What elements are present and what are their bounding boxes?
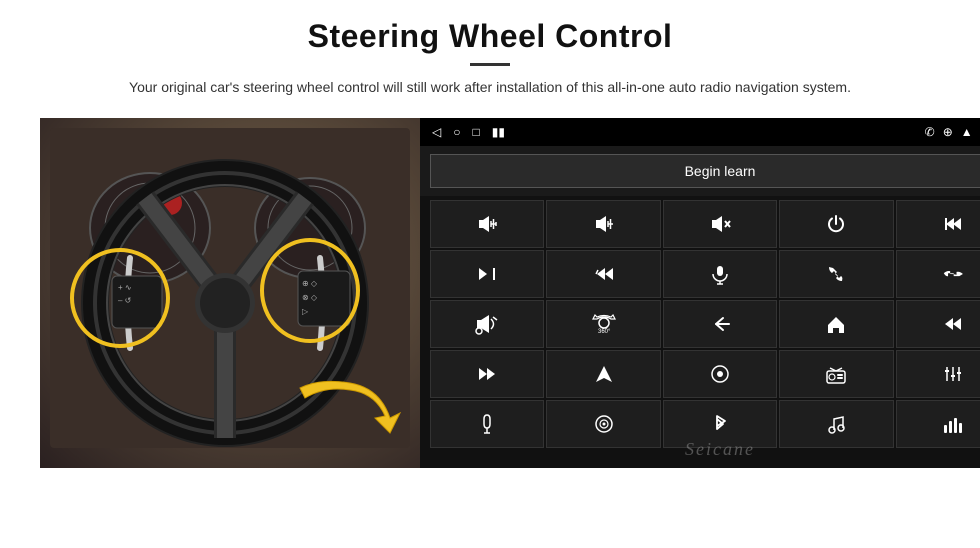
- call-button[interactable]: [779, 250, 893, 298]
- car-image-area: + ∿ – ↺ ⊕ ◇ ⊗ ◇ ▷: [40, 118, 420, 468]
- mic-button[interactable]: [663, 250, 777, 298]
- next-track-icon: [476, 263, 498, 285]
- vol-up-icon: [476, 213, 498, 235]
- highlight-circle-right: [260, 238, 360, 343]
- music-icon: [825, 413, 847, 435]
- menu-button[interactable]: [546, 400, 660, 448]
- signal-icon: ▮▮: [492, 125, 505, 140]
- music-button[interactable]: [779, 400, 893, 448]
- eq-icon: [942, 363, 964, 385]
- mute-icon: [709, 213, 731, 235]
- prev-track-icon: [942, 213, 964, 235]
- controls-grid: 360°: [420, 196, 980, 452]
- content-area: + ∿ – ↺ ⊕ ◇ ⊗ ◇ ▷: [40, 118, 940, 468]
- fast-fwd-button[interactable]: [430, 350, 544, 398]
- location-status-icon: ⊕: [943, 125, 953, 140]
- home-button[interactable]: [779, 300, 893, 348]
- vol-up-button[interactable]: [430, 200, 544, 248]
- call-icon: [825, 263, 847, 285]
- mic-icon: [709, 263, 731, 285]
- prev-track-button[interactable]: [896, 200, 980, 248]
- navigate-button[interactable]: [546, 350, 660, 398]
- end-call-icon: [942, 263, 964, 285]
- status-bar-right: ✆ ⊕ ▲ 15:52: [925, 125, 980, 140]
- yellow-arrow: [290, 368, 410, 448]
- horn-button[interactable]: [430, 300, 544, 348]
- home-icon: [825, 313, 847, 335]
- radio-button[interactable]: [779, 350, 893, 398]
- vol-down-icon: [593, 213, 615, 235]
- back-nav-icon[interactable]: ◁: [432, 125, 441, 140]
- wifi-status-icon: ▲: [961, 125, 973, 140]
- rewind-button[interactable]: [896, 300, 980, 348]
- page-title: Steering Wheel Control: [129, 18, 851, 55]
- car-background: + ∿ – ↺ ⊕ ◇ ⊗ ◇ ▷: [40, 118, 420, 468]
- status-bar: ◁ ○ □ ▮▮ ✆ ⊕ ▲ 15:52: [420, 118, 980, 146]
- navigate-icon: [593, 363, 615, 385]
- camera-360-icon: 360°: [591, 313, 617, 335]
- recents-nav-icon[interactable]: □: [472, 125, 479, 140]
- end-call-button[interactable]: [896, 250, 980, 298]
- next-track-button[interactable]: [430, 250, 544, 298]
- android-screen: ◁ ○ □ ▮▮ ✆ ⊕ ▲ 15:52 Begin learn: [420, 118, 980, 468]
- svg-text:360°: 360°: [598, 329, 611, 335]
- mic2-icon: [476, 413, 498, 435]
- equalizer-button[interactable]: [896, 400, 980, 448]
- source-icon: [709, 363, 731, 385]
- eq-button[interactable]: [896, 350, 980, 398]
- begin-learn-row: Begin learn: [420, 146, 980, 196]
- home-nav-icon[interactable]: ○: [453, 125, 460, 140]
- seicane-watermark: Seicane: [685, 439, 755, 460]
- back-nav-icon: [709, 313, 731, 335]
- mic2-button[interactable]: [430, 400, 544, 448]
- source-button[interactable]: [663, 350, 777, 398]
- menu-icon: [593, 413, 615, 435]
- begin-learn-button[interactable]: Begin learn: [430, 154, 980, 188]
- title-section: Steering Wheel Control Your original car…: [129, 18, 851, 98]
- phone-status-icon: ✆: [925, 125, 935, 140]
- vol-down-button[interactable]: [546, 200, 660, 248]
- title-divider: [470, 63, 510, 66]
- page-container: Steering Wheel Control Your original car…: [0, 0, 980, 548]
- equalizer-icon: [942, 413, 964, 435]
- fast-back-icon: [593, 263, 615, 285]
- subtitle-text: Your original car's steering wheel contr…: [129, 76, 851, 98]
- bluetooth-icon: [709, 413, 731, 435]
- power-icon: [825, 213, 847, 235]
- back-nav-button[interactable]: [663, 300, 777, 348]
- mute-button[interactable]: [663, 200, 777, 248]
- fast-fwd-icon: [476, 363, 498, 385]
- power-button[interactable]: [779, 200, 893, 248]
- fast-back-button[interactable]: [546, 250, 660, 298]
- status-bar-left: ◁ ○ □ ▮▮: [432, 125, 505, 140]
- radio-icon: [825, 363, 847, 385]
- camera-360-button[interactable]: 360°: [546, 300, 660, 348]
- horn-icon: [475, 313, 499, 335]
- highlight-circle-left: [70, 248, 170, 348]
- rewind-icon: [942, 313, 964, 335]
